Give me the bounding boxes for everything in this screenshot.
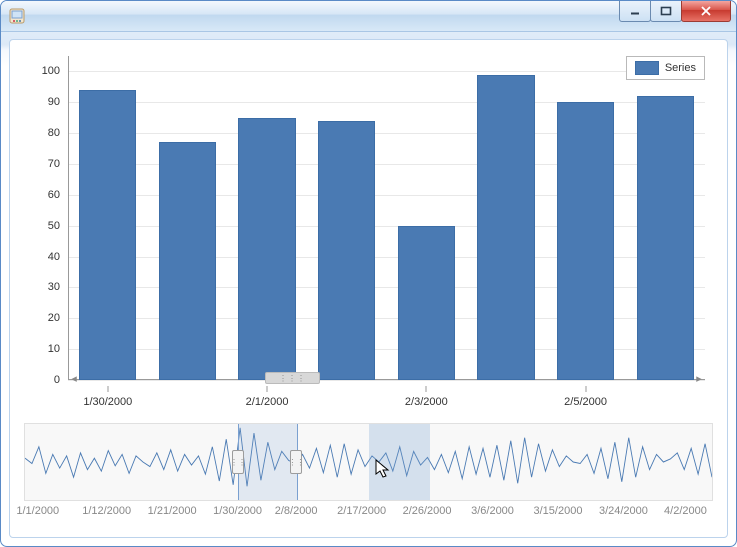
y-tick: 20: [48, 312, 60, 324]
scroll-left-arrow[interactable]: ◂: [68, 372, 80, 384]
legend-label: Series: [665, 62, 696, 74]
app-window: 0 10 20 30 40 50 60 70 80 90 100 Series ◂ ⋮⋮⋮ ▸ 1/…: [0, 0, 737, 547]
scroll-thumb[interactable]: ⋮⋮⋮: [265, 372, 319, 384]
y-tick: 10: [48, 343, 60, 355]
overview-tick: 2/17/2000: [337, 505, 386, 517]
scroll-right-arrow[interactable]: ▸: [693, 372, 705, 384]
y-tick: 60: [48, 189, 60, 201]
bar[interactable]: [79, 90, 136, 380]
x-tick: 1/30/2000: [83, 396, 132, 408]
maximize-button[interactable]: [650, 1, 682, 22]
titlebar[interactable]: [1, 1, 736, 32]
close-button[interactable]: [681, 1, 731, 22]
bar-chart: 0 10 20 30 40 50 60 70 80 90 100 Series ◂ ⋮⋮⋮ ▸ 1/…: [20, 50, 717, 416]
range-selector[interactable]: ⋮⋮ ⋮⋮ 1/1/20001/12/20001/21/20001/30/200…: [20, 422, 717, 519]
overview-tick: 3/24/2000: [599, 505, 648, 517]
bar[interactable]: [477, 75, 534, 380]
x-tick: 2/5/2000: [564, 396, 607, 408]
y-tick: 90: [48, 96, 60, 108]
overview-tick: 3/6/2000: [471, 505, 514, 517]
minimize-button[interactable]: [619, 1, 651, 22]
range-plot[interactable]: ⋮⋮ ⋮⋮: [24, 423, 713, 501]
bar[interactable]: [398, 226, 455, 380]
app-icon: [9, 8, 25, 24]
overview-tick: 1/21/2000: [148, 505, 197, 517]
overview-tick: 2/26/2000: [403, 505, 452, 517]
plot-area: [68, 56, 705, 380]
bar[interactable]: [238, 118, 295, 380]
bar[interactable]: [637, 96, 694, 380]
y-tick: 100: [42, 65, 60, 77]
overview-tick: 1/12/2000: [82, 505, 131, 517]
x-tick: 2/1/2000: [246, 396, 289, 408]
bar[interactable]: [159, 142, 216, 380]
range-handle-right[interactable]: ⋮⋮: [290, 450, 302, 474]
range-highlight: [369, 424, 431, 500]
overview-tick: 1/1/2000: [16, 505, 59, 517]
legend: Series: [626, 56, 705, 80]
overview-tick: 1/30/2000: [213, 505, 262, 517]
bar[interactable]: [557, 102, 614, 380]
overview-tick: 2/8/2000: [275, 505, 318, 517]
horizontal-scrollbar[interactable]: ◂ ⋮⋮⋮ ▸: [68, 372, 705, 384]
bar[interactable]: [318, 121, 375, 380]
x-tick: 2/3/2000: [405, 396, 448, 408]
overview-tick: 4/2/2000: [664, 505, 707, 517]
y-tick: 80: [48, 127, 60, 139]
range-handle-left[interactable]: ⋮⋮: [232, 450, 244, 474]
overview-tick: 3/15/2000: [534, 505, 583, 517]
y-tick: 70: [48, 158, 60, 170]
legend-swatch: [635, 61, 659, 75]
y-tick: 50: [48, 220, 60, 232]
y-tick: 30: [48, 281, 60, 293]
y-tick: 40: [48, 251, 60, 263]
y-tick: 0: [54, 374, 60, 386]
client-area: 0 10 20 30 40 50 60 70 80 90 100 Series ◂ ⋮⋮⋮ ▸ 1/…: [9, 39, 728, 538]
